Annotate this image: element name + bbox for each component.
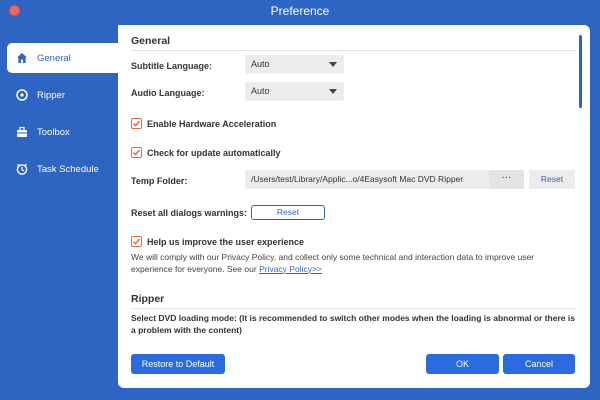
improve-experience-option[interactable]: Help us improve the user experience: [131, 236, 304, 247]
cancel-button[interactable]: Cancel: [503, 354, 575, 374]
sidebar-item-label: Toolbox: [37, 126, 70, 138]
sidebar-item-general[interactable]: General: [7, 43, 118, 73]
close-window-button[interactable]: [9, 5, 20, 16]
browse-folder-button[interactable]: ···: [489, 170, 524, 189]
section-title-ripper: Ripper: [131, 293, 165, 305]
ok-button[interactable]: OK: [426, 354, 499, 374]
temp-folder-path-field[interactable]: /Users/test/Library/Applic...o/4Easysoft…: [245, 170, 489, 189]
privacy-description: We will comply with our Privacy Policy, …: [131, 252, 576, 275]
sidebar-item-toolbox[interactable]: Toolbox: [0, 117, 118, 147]
privacy-policy-link[interactable]: Privacy Policy>>: [259, 264, 322, 274]
sidebar-item-label: Ripper: [37, 89, 65, 101]
reset-temp-folder-button[interactable]: Reset: [529, 170, 575, 189]
section-title-general: General: [131, 35, 171, 47]
chevron-down-icon: [329, 62, 337, 67]
improve-experience-checkbox[interactable]: [131, 236, 142, 247]
improve-experience-label: Help us improve the user experience: [147, 236, 305, 247]
toolbox-icon: [15, 125, 29, 139]
hardware-acceleration-label: Enable Hardware Acceleration: [147, 118, 277, 129]
subtitle-language-select[interactable]: Auto: [245, 55, 344, 74]
audio-language-select[interactable]: Auto: [245, 82, 344, 101]
hardware-acceleration-checkbox[interactable]: [131, 118, 142, 129]
sidebar-item-task-schedule[interactable]: Task Schedule: [0, 154, 118, 184]
scrollbar[interactable]: [579, 35, 582, 108]
audio-language-label: Audio Language:: [131, 88, 205, 98]
subtitle-language-label: Subtitle Language:: [131, 61, 212, 71]
hardware-acceleration-option[interactable]: Enable Hardware Acceleration: [131, 118, 276, 129]
home-icon: [15, 51, 29, 65]
check-update-checkbox[interactable]: [131, 147, 142, 158]
settings-panel: General Subtitle Language: Auto Audio La…: [118, 25, 590, 388]
sidebar-item-label: General: [37, 52, 71, 64]
sidebar: General Ripper Toolbox Task Schedule: [0, 43, 118, 191]
chevron-down-icon: [329, 89, 337, 94]
check-update-label: Check for update automatically: [147, 147, 281, 158]
subtitle-language-value: Auto: [251, 59, 270, 69]
reset-dialogs-label: Reset all dialogs warnings:: [131, 208, 248, 218]
reset-dialogs-button[interactable]: Reset: [251, 205, 325, 220]
check-update-option[interactable]: Check for update automatically: [131, 147, 281, 158]
divider: [131, 308, 577, 309]
title-bar: Preference: [0, 0, 600, 22]
temp-folder-label: Temp Folder:: [131, 176, 188, 186]
audio-language-value: Auto: [251, 86, 270, 96]
loading-mode-text: Select DVD loading mode: (It is recommen…: [131, 313, 575, 335]
clock-icon: [15, 162, 29, 176]
privacy-description-text: We will comply with our Privacy Policy, …: [131, 252, 535, 274]
sidebar-item-label: Task Schedule: [37, 163, 99, 175]
restore-default-button[interactable]: Restore to Default: [131, 354, 225, 374]
sidebar-item-ripper[interactable]: Ripper: [0, 80, 118, 110]
window-title: Preference: [270, 4, 330, 18]
divider: [131, 50, 577, 51]
disc-icon: [15, 88, 29, 102]
